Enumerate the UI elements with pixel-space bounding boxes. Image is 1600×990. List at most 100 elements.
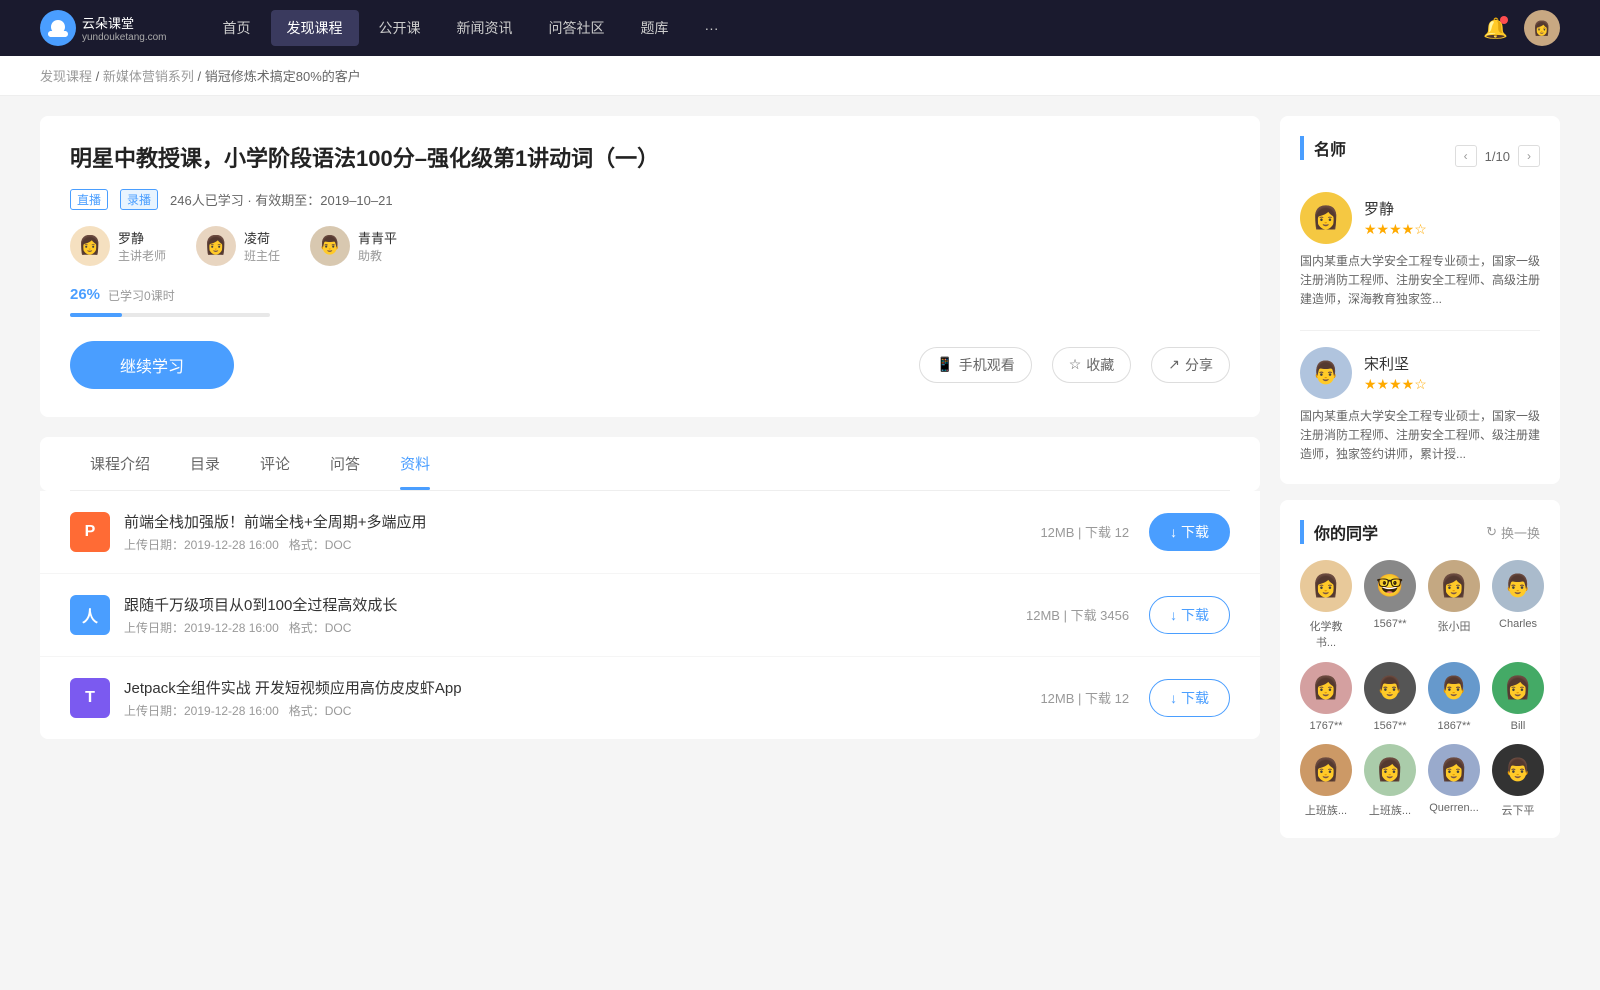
sidebar: 名师 ‹ 1/10 › 👩 罗静 ★★★★☆ 国内某重点大学安 [1280,116,1560,854]
progress-label: 26% [70,286,100,303]
classmate-9: 👩 上班族... [1300,744,1352,818]
nav-open[interactable]: 公开课 [363,10,437,46]
teachers-next-button[interactable]: › [1518,145,1540,167]
progress-fill [70,313,122,317]
course-card: 明星中教授课，小学阶段语法100分–强化级第1讲动词（一） 直播 录播 246人… [40,116,1260,417]
classmate-4: 👨 Charles [1492,560,1544,650]
classmate-2-avatar: 🤓 [1364,560,1416,612]
classmate-3-name: 张小田 [1438,618,1471,634]
classmate-6: 👨 1567** [1364,662,1416,732]
mobile-watch-button[interactable]: 📱 手机观看 [919,347,1031,383]
teacher-1-header: 👩 罗静 ★★★★☆ [1300,192,1540,244]
breadcrumb-current: 销冠修炼术搞定80%的客户 [205,69,361,84]
instructor-1-info: 罗静 主讲老师 [118,228,166,264]
resource-3-info: Jetpack全组件实战 开发短视频应用高仿皮皮虾App 上传日期：2019-1… [124,677,1040,719]
teacher-1-stars: ★★★★☆ [1364,221,1427,238]
breadcrumb-discover[interactable]: 发现课程 [40,69,92,84]
resource-1-info: 前端全栈加强版！前端全栈+全周期+多端应用 上传日期：2019-12-28 16… [124,511,1040,553]
resource-1-name: 前端全栈加强版！前端全栈+全周期+多端应用 [124,511,1040,532]
classmate-2: 🤓 1567** [1364,560,1416,650]
breadcrumb-sep1: / [96,69,103,84]
resource-2-stats: 12MB | 下载 3456 [1026,605,1129,624]
teacher-2-avatar: 👨 [1300,347,1352,399]
continue-button[interactable]: 继续学习 [70,341,234,389]
classmate-12-avatar: 👨 [1492,744,1544,796]
classmates-title: 你的同学 [1300,520,1378,544]
classmate-8-avatar: 👩 [1492,662,1544,714]
teachers-prev-button[interactable]: ‹ [1455,145,1477,167]
classmate-3: 👩 张小田 [1428,560,1480,650]
resource-3-stats: 12MB | 下载 12 [1040,688,1129,707]
classmate-7: 👨 1867** [1428,662,1480,732]
resource-1-stats: 12MB | 下载 12 [1040,522,1129,541]
action-buttons: 📱 手机观看 ☆ 收藏 ↗ 分享 [919,347,1230,383]
nav-bank[interactable]: 题库 [625,10,685,46]
classmate-3-avatar: 👩 [1428,560,1480,612]
classmate-9-name: 上班族... [1305,802,1347,818]
tab-intro[interactable]: 课程介绍 [70,437,170,490]
tab-resources[interactable]: 资料 [380,437,450,490]
resource-1-icon: P [70,512,110,552]
bell-icon[interactable]: 🔔 [1483,16,1508,41]
nav-more[interactable]: ··· [689,12,735,44]
classmate-7-avatar: 👨 [1428,662,1480,714]
tab-catalog[interactable]: 目录 [170,437,240,490]
classmate-10: 👩 上班族... [1364,744,1416,818]
classmates-card: 你的同学 ↻ 换一换 👩 化学教书... 🤓 1567** 👩 张小田 [1280,500,1560,838]
teacher-1-avatar: 👩 [1300,192,1352,244]
classmate-5: 👩 1767** [1300,662,1352,732]
nav-qa[interactable]: 问答社区 [533,10,621,46]
content-area: 明星中教授课，小学阶段语法100分–强化级第1讲动词（一） 直播 录播 246人… [40,116,1260,854]
classmate-4-name: Charles [1499,618,1537,630]
badge-live: 直播 [70,189,108,210]
classmate-1-avatar: 👩 [1300,560,1352,612]
tab-comment[interactable]: 评论 [240,437,310,490]
instructor-2-avatar: 👩 [196,226,236,266]
instructors: 👩 罗静 主讲老师 👩 凌荷 班主任 👨 青青平 [70,226,1230,266]
classmate-10-avatar: 👩 [1364,744,1416,796]
instructor-1-role: 主讲老师 [118,247,166,264]
instructor-2-info: 凌荷 班主任 [244,228,280,264]
download-2-button[interactable]: ↓ 下载 [1149,596,1230,634]
classmate-2-name: 1567** [1373,618,1406,630]
tab-qa[interactable]: 问答 [310,437,380,490]
nav-discover[interactable]: 发现课程 [271,10,359,46]
resource-2-info: 跟随千万级项目从0到100全过程高效成长 上传日期：2019-12-28 16:… [124,594,1026,636]
download-1-button[interactable]: ↓ 下载 [1149,513,1230,551]
classmate-11: 👩 Querren... [1428,744,1480,818]
course-actions: 继续学习 📱 手机观看 ☆ 收藏 ↗ 分享 [70,341,1230,389]
teachers-card: 名师 ‹ 1/10 › 👩 罗静 ★★★★☆ 国内某重点大学安 [1280,116,1560,484]
classmate-4-avatar: 👨 [1492,560,1544,612]
teacher-1-info: 罗静 ★★★★☆ [1364,198,1427,238]
nav-right: 🔔 👩 [1483,10,1560,46]
mobile-label: 手机观看 [959,355,1015,375]
classmate-6-name: 1567** [1373,720,1406,732]
resource-2-meta: 上传日期：2019-12-28 16:00 格式：DOC [124,619,1026,636]
teachers-pagination: ‹ 1/10 › [1455,145,1540,167]
refresh-button[interactable]: ↻ 换一换 [1486,523,1540,542]
resource-2-name: 跟随千万级项目从0到100全过程高效成长 [124,594,1026,615]
instructor-2-role: 班主任 [244,247,280,264]
classmate-5-name: 1767** [1309,720,1342,732]
bookmark-button[interactable]: ☆ 收藏 [1052,347,1132,383]
breadcrumb: 发现课程 / 新媒体营销系列 / 销冠修炼术搞定80%的客户 [0,56,1600,96]
share-icon: ↗ [1168,356,1180,373]
nav-home[interactable]: 首页 [207,10,267,46]
teachers-page: 1/10 [1485,149,1510,164]
nav-news[interactable]: 新闻资讯 [441,10,529,46]
user-avatar[interactable]: 👩 [1524,10,1560,46]
resource-list: P 前端全栈加强版！前端全栈+全周期+多端应用 上传日期：2019-12-28 … [40,491,1260,739]
resource-3-name: Jetpack全组件实战 开发短视频应用高仿皮皮虾App [124,677,1040,698]
breadcrumb-series[interactable]: 新媒体营销系列 [103,69,194,84]
instructor-1: 👩 罗静 主讲老师 [70,226,166,266]
logo[interactable]: 云朵课堂 yundouketang.com [40,10,167,46]
main-layout: 明星中教授课，小学阶段语法100分–强化级第1讲动词（一） 直播 录播 246人… [0,96,1600,874]
progress-section: 26% 已学习0课时 [70,286,1230,317]
download-3-button[interactable]: ↓ 下载 [1149,679,1230,717]
instructor-2: 👩 凌荷 班主任 [196,226,280,266]
instructor-2-name: 凌荷 [244,228,280,247]
refresh-label: 换一换 [1501,523,1540,542]
instructor-1-avatar: 👩 [70,226,110,266]
classmate-1-name: 化学教书... [1300,618,1352,650]
share-button[interactable]: ↗ 分享 [1151,347,1230,383]
